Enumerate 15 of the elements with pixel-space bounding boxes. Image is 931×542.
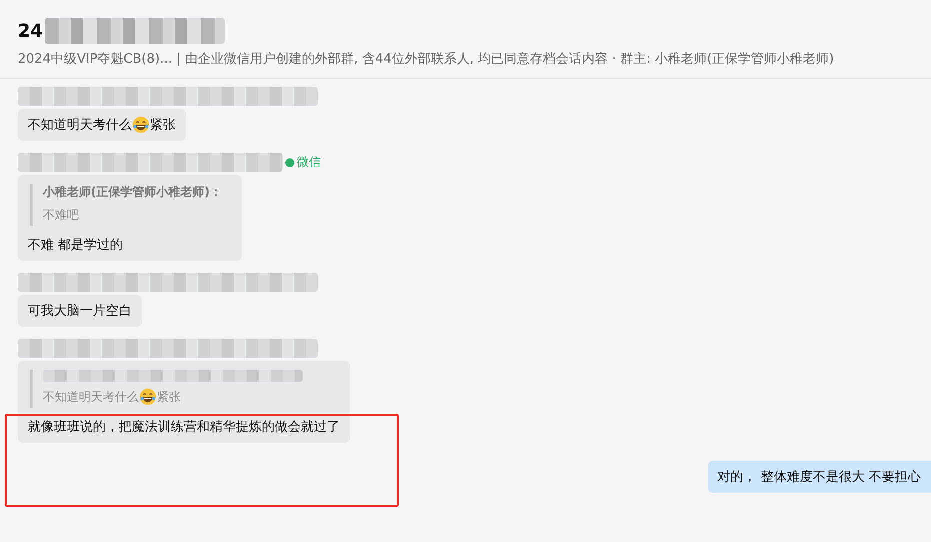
quoted-text: 不难吧 <box>43 207 79 224</box>
quoted-text: 紧张 <box>157 388 181 406</box>
laughing-emoji-icon <box>132 116 150 134</box>
message-text: 不难 都是学过的 <box>28 237 124 254</box>
laughing-emoji-icon <box>139 388 157 406</box>
message-text: 可我大脑一片空白 <box>28 303 132 320</box>
group-info: 2024中级VIP夺魁CB(8)... | 由企业微信用户创建的外部群, 含44位外部联系人, 均已同意存档会话内容 · 群主: 小稚老师(正保学管师小稚老师) <box>18 51 836 68</box>
quoted-sender: 小稚老师(正保学管师小稚老师)： <box>43 184 222 201</box>
message-text: 就像班班说的，把魔法训练营和精华提炼的做会就过了 <box>28 419 340 436</box>
sender-source: 微信 <box>297 154 321 171</box>
quoted-text: 不知道明天考什么 <box>43 388 139 406</box>
message-text: 不知道明天考什么 <box>28 117 132 134</box>
message-text: 对的， 整体难度不是很大 不要担心 <box>718 469 921 486</box>
message-text: 紧张 <box>150 117 176 134</box>
chat-title: 24 <box>18 20 44 42</box>
